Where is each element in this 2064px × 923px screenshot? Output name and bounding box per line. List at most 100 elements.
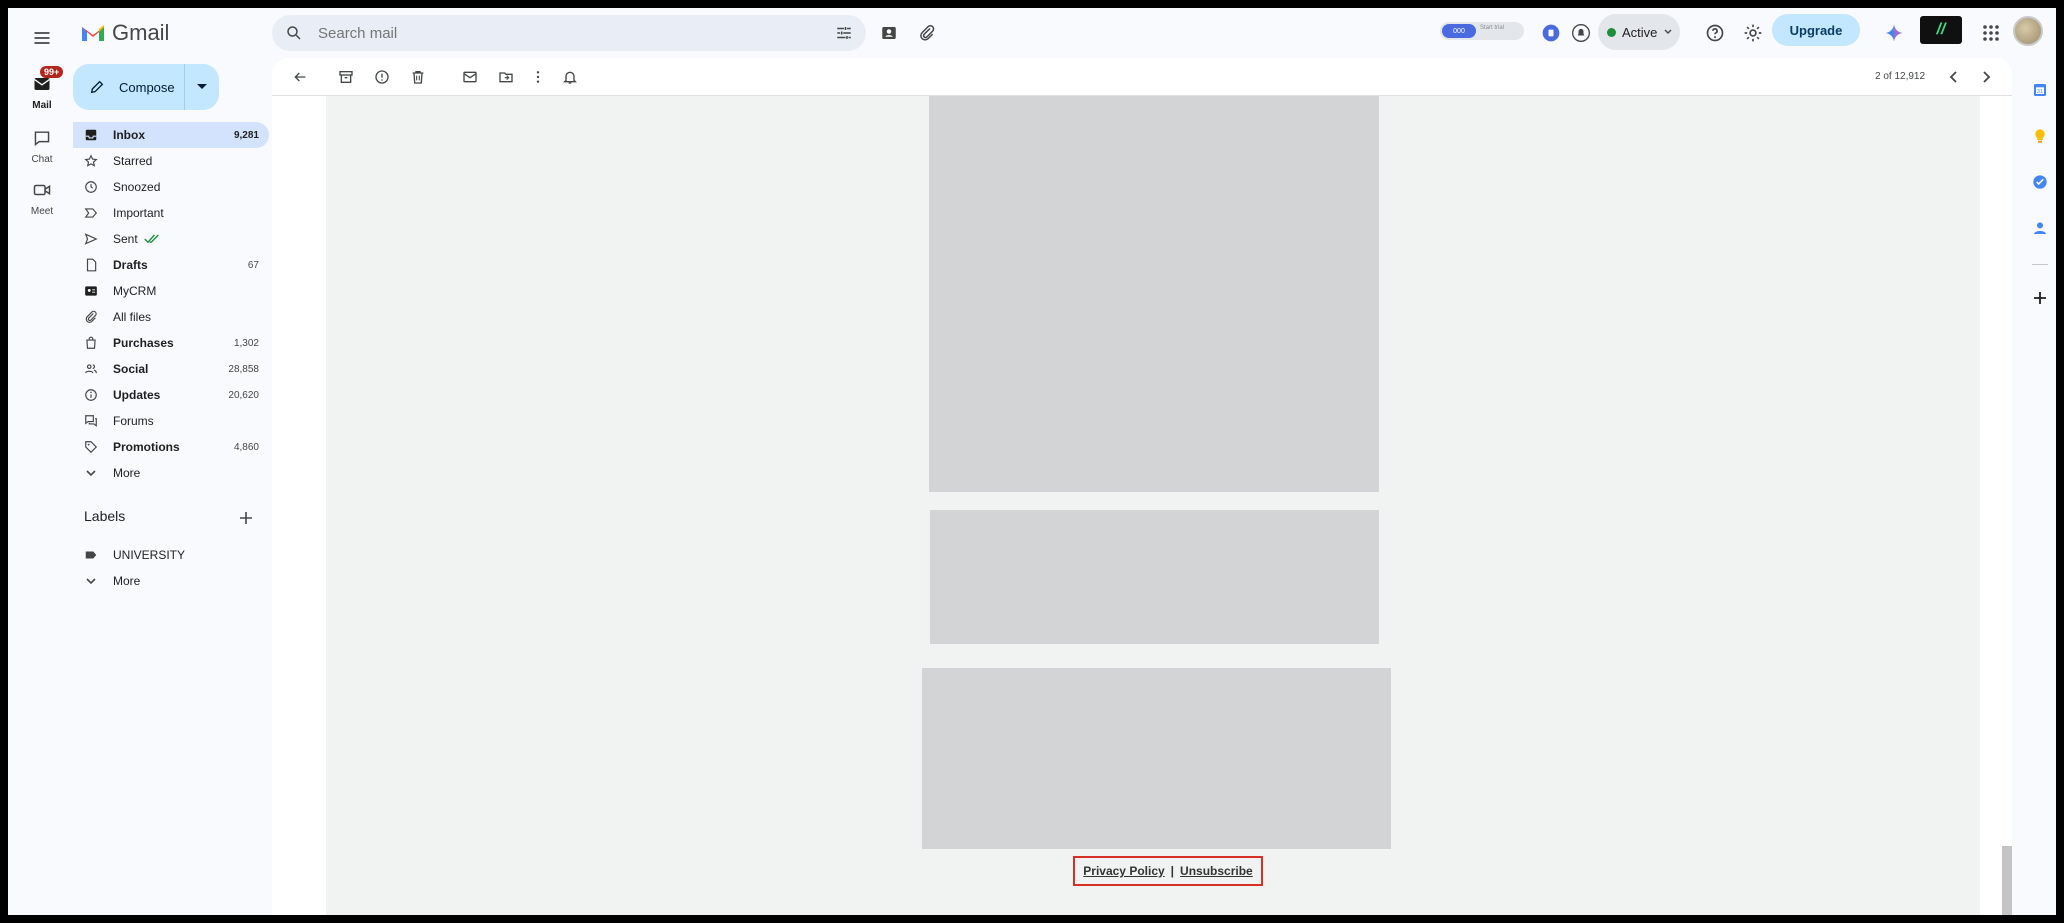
settings-gear-icon[interactable] [1740,20,1766,46]
nav-item-important[interactable]: Important [73,200,269,226]
rail-chat[interactable]: Chat [14,126,70,165]
nav-label: Sent [113,232,138,246]
paperclip-icon [83,309,99,325]
gmail-logo[interactable]: Gmail [80,20,169,46]
nav-item-mycrm[interactable]: MyCRM [73,278,269,304]
nav-item-social[interactable]: Social 28,858 [73,356,269,382]
archive-icon[interactable] [334,65,358,89]
caret-down-icon [197,84,207,90]
account-avatar[interactable] [2013,16,2043,46]
app-name: Gmail [112,20,170,45]
nav-item-all-files[interactable]: All files [73,304,269,330]
tasks-check-icon[interactable] [2024,170,2056,194]
label-item-university[interactable]: UNIVERSITY [73,542,269,568]
nav-item-inbox[interactable]: Inbox 9,281 [73,122,269,148]
compose-label: Compose [119,79,175,95]
forum-icon [83,413,99,429]
add-addon-icon[interactable] [2024,286,2056,310]
nav-label: Promotions [113,440,180,454]
google-apps-icon[interactable] [1978,20,2004,46]
contacts-icon[interactable] [876,20,902,46]
email-image-placeholder [930,510,1379,644]
chevron-down-icon [1663,27,1673,37]
chevron-down-icon [83,465,99,481]
chat-icon [14,126,70,150]
nav-label: MyCRM [113,284,157,298]
rail-meet[interactable]: Meet [14,178,70,217]
labels-list: UNIVERSITY More [73,542,269,594]
nav-item-snoozed[interactable]: Snoozed [73,174,269,200]
status-dot [1607,27,1616,37]
chevron-left-icon[interactable] [1942,65,1966,89]
status-indicator[interactable]: Active [1598,14,1680,50]
email-image-placeholder [929,96,1379,492]
extension-toggle[interactable]: 000 Start trial [1440,22,1524,40]
notification-bell-icon[interactable] [558,65,582,89]
footer-links-highlight: Privacy Policy | Unsubscribe [1073,856,1263,886]
main-menu-icon[interactable] [22,18,62,58]
report-spam-icon[interactable] [370,65,394,89]
nav-count: 20,620 [228,389,259,401]
clock-icon [83,179,99,195]
compose-options-button[interactable] [185,64,219,110]
nav-item-forums[interactable]: Forums [73,408,269,434]
mark-unread-icon[interactable] [458,65,482,89]
rail-divider [2032,264,2048,265]
back-arrow-icon[interactable] [288,65,312,89]
privacy-policy-link[interactable]: Privacy Policy [1083,864,1164,878]
rail-mail[interactable]: 99+ Mail [14,66,70,111]
extension-icon[interactable] [1538,20,1564,46]
chevron-right-icon[interactable] [1974,65,1998,89]
calendar-icon[interactable]: 31 [2024,78,2056,102]
pager-text: 2 of 12,912 [1875,71,1926,82]
label-tag-icon [83,547,99,563]
nav-label: Snoozed [113,180,161,194]
rail-mail-label: Mail [32,100,52,111]
rail-chat-label: Chat [31,154,53,165]
compose-button[interactable]: Compose [73,64,185,110]
nav-item-sent[interactable]: Sent [73,226,269,252]
nav-count: 4,860 [233,441,259,453]
scrollbar-thumb[interactable] [2002,846,2012,915]
gemini-icon[interactable] [1881,20,1907,46]
inbox-icon [83,127,99,143]
attachment-icon[interactable] [914,20,940,46]
nav-item-starred[interactable]: Starred [73,148,269,174]
contacts-person-icon[interactable] [2024,216,2056,240]
keep-bulb-icon[interactable] [2024,124,2056,148]
nav-label: Important [113,206,164,220]
unsubscribe-link[interactable]: Unsubscribe [1180,864,1253,878]
add-label-icon[interactable] [236,508,256,528]
nav-item-purchases[interactable]: Purchases 1,302 [73,330,269,356]
extension-toggle-label: Start trial [1480,25,1505,31]
label-name: More [113,574,141,588]
label-name: UNIVERSITY [113,548,186,562]
nav-item-updates[interactable]: Updates 20,620 [73,382,269,408]
notification-bell-icon[interactable] [1568,20,1594,46]
nav-count: 28,858 [228,363,259,375]
nav-label: Updates [113,388,161,402]
status-label: Active [1622,24,1658,40]
delete-trash-icon[interactable] [406,65,430,89]
people-icon [83,361,99,377]
nav-item-promotions[interactable]: Promotions 4,860 [73,434,269,460]
nav-item-more[interactable]: More [73,460,269,486]
search-icon[interactable] [282,21,306,45]
nav-label: Purchases [113,336,174,350]
svg-text:31: 31 [2037,89,2043,95]
search-options-icon[interactable] [832,21,856,45]
video-camera-icon [14,178,70,202]
important-icon [83,205,99,221]
label-item-more[interactable]: More [73,568,269,594]
search-input[interactable] [318,21,768,45]
tag-icon [83,439,99,455]
more-vert-icon[interactable] [526,65,550,89]
upgrade-button[interactable]: Upgrade [1772,14,1860,46]
nav-item-drafts[interactable]: Drafts 67 [73,252,269,278]
move-to-folder-icon[interactable] [494,65,518,89]
chevron-down-icon [83,573,99,589]
help-icon[interactable] [1702,20,1728,46]
extension-badge[interactable]: // [1920,16,1962,44]
search-bar[interactable] [272,15,866,51]
nav-count: 67 [247,259,259,271]
